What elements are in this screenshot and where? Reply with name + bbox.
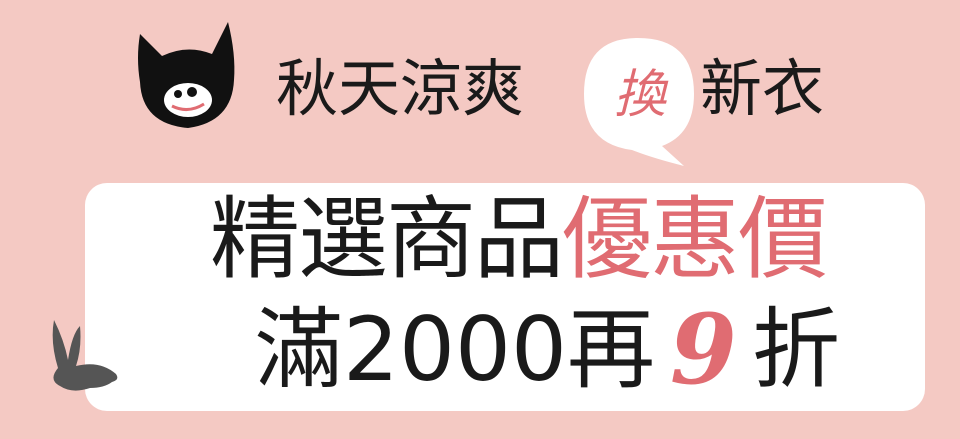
bubble-character: 換 <box>613 65 666 125</box>
headline-left: 秋天涼爽 <box>276 52 525 125</box>
cat-logo-icon <box>138 22 235 128</box>
headline-right: 新衣 <box>700 52 825 125</box>
discount-number-text: 9 <box>670 293 737 406</box>
promo-line-1-pink: 優惠價 <box>562 187 828 292</box>
promo-line-1-black: 精選商品 <box>210 187 564 292</box>
promo-line-2: 滿2000再 <box>255 298 655 401</box>
discount-number: 9 <box>670 302 750 398</box>
promo-banner[interactable]: 秋天涼爽 新衣 換 精選商品優惠價 滿2000再 9 折 <box>0 0 960 439</box>
promo-line-1: 精選商品優惠價 <box>210 187 828 292</box>
discount-suffix: 折 <box>752 298 841 401</box>
rabbit-icon <box>52 320 118 391</box>
